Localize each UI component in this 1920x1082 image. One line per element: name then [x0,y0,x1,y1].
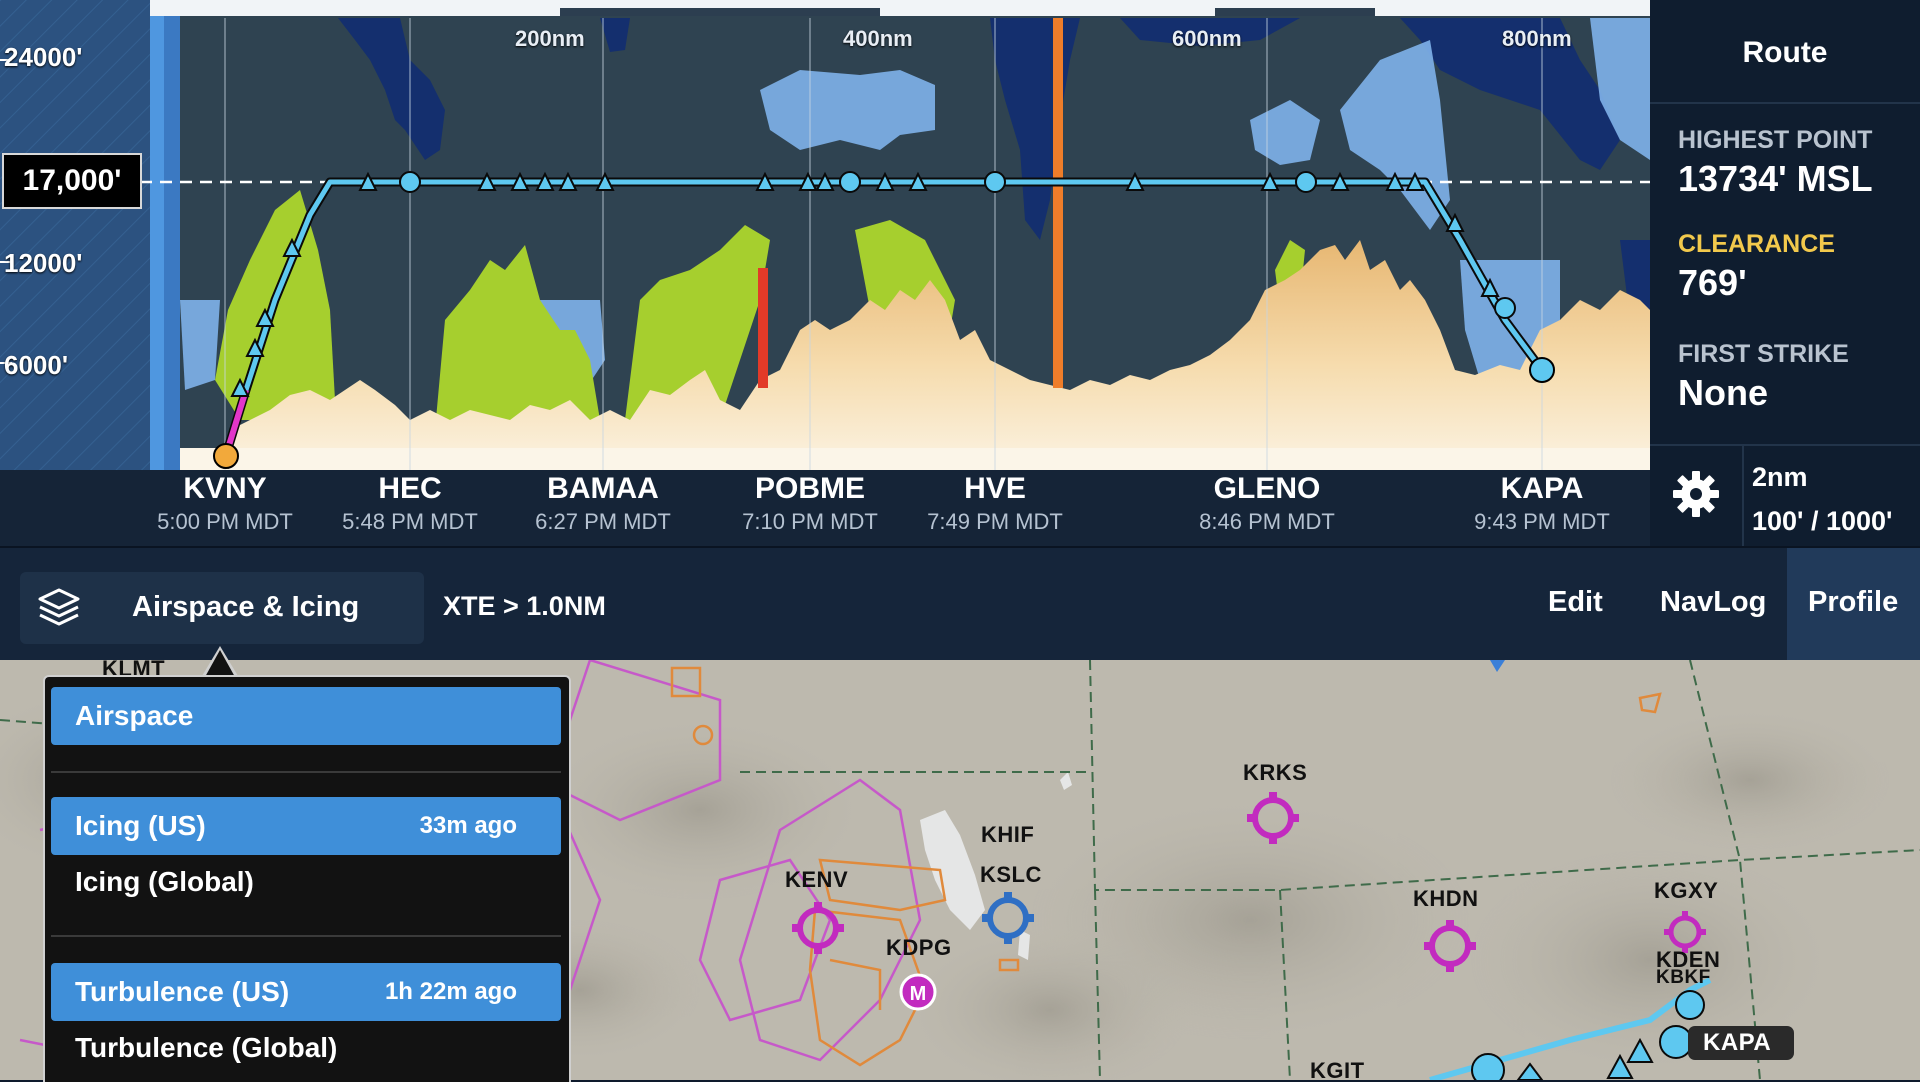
waypoint-name: HVE [964,472,1026,505]
layer-item-label: Icing (Global) [75,866,254,897]
storm-marker [758,268,768,388]
waypoint-gleno[interactable]: GLENO 8:46 PM MDT [1157,472,1377,535]
military-marker: M [910,983,927,1005]
vertical-profile-panel[interactable]: 24000' 12000' 6000' 200nm 400nm 600nm 80… [0,0,1650,470]
waypoint-strip: KVNY 5:00 PM MDT HEC 5:48 PM MDT BAMAA 6… [0,470,1650,546]
highest-point-value: 13734' MSL [1678,158,1873,199]
settings-divider [1742,446,1744,548]
layer-item-airspace[interactable]: Airspace [51,687,561,745]
layer-item-age: 1h 22m ago [384,978,517,1005]
layer-item-label: Turbulence (Global) [75,1032,338,1063]
layer-item-turbulence-global[interactable]: Turbulence (Global) [51,1019,561,1077]
layer-item-turbulence-us[interactable]: Turbulence (US) 1h 22m ago [51,963,561,1021]
waypoint-kapa[interactable]: KAPA 9:43 PM MDT [1432,472,1652,535]
layers-popup: Airspace Icing (US) 33m ago Icing (Globa… [43,675,571,1082]
airport-label-kdpg[interactable]: KDPG [886,935,952,961]
airport-label-kslc[interactable]: KSLC [980,862,1042,888]
distance-label-200: 200nm [515,26,585,51]
altitude-label-12000: 12000' [4,248,83,278]
selected-altitude-box[interactable]: 17,000' [2,153,142,209]
profile-settings-row: 2nm 100' / 1000' [1650,444,1920,548]
profile-chart [0,0,1650,470]
altitude-label-6000: 6000' [4,350,69,380]
layers-label: Airspace & Icing [132,591,360,623]
distance-label-800: 800nm [1502,26,1572,51]
layer-item-icing-us[interactable]: Icing (US) 33m ago [51,797,561,855]
layer-item-icing-global[interactable]: Icing (Global) [51,853,561,911]
xte-indicator[interactable]: XTE > 1.0NM [443,591,606,622]
airport-label-kgxy[interactable]: KGXY [1654,878,1718,904]
airport-label-kapa[interactable]: KAPA [1703,1029,1771,1057]
waypoint-hve[interactable]: HVE 7:49 PM MDT [885,472,1105,535]
first-strike-value: None [1678,372,1768,413]
gear-icon[interactable] [1670,468,1722,520]
waypoint-hec[interactable]: HEC 5:48 PM MDT [300,472,520,535]
layer-item-label: Airspace [75,700,194,731]
layers-button[interactable]: Airspace & Icing [20,572,424,644]
navlog-button[interactable]: NavLog [1660,586,1766,619]
waypoint-time: 9:43 PM MDT [1474,509,1610,534]
clearance-label: CLEARANCE [1678,230,1835,258]
airport-label-kenv[interactable]: KENV [785,867,848,893]
tab-profile[interactable]: Profile [1808,586,1898,619]
highest-point-label: HIGHEST POINT [1678,126,1873,154]
layer-item-label: Turbulence (US) [75,976,290,1007]
waypoint-name: KAPA [1500,472,1584,505]
airport-label-kbkf[interactable]: KBKF [1656,967,1711,989]
airport-label-khif[interactable]: KHIF [981,822,1034,848]
airport-label-khdn[interactable]: KHDN [1413,886,1479,912]
vertical-scale[interactable]: 100' / 1000' [1752,506,1892,537]
altitude-label-24000: 24000' [4,42,83,72]
layers-icon [38,588,80,626]
edit-button[interactable]: Edit [1548,586,1603,619]
profile-info-panel: Route HIGHEST POINT 13734' MSL CLEARANCE… [1650,0,1920,548]
airport-label-krks[interactable]: KRKS [1243,760,1307,786]
map-toolbar: Airspace & Icing XTE > 1.0NM Edit NavLog… [0,546,1920,662]
waypoint-name: BAMAA [547,472,659,505]
waypoint-name: GLENO [1213,472,1321,505]
route-button[interactable]: Route [1650,0,1920,104]
layer-item-age: 33m ago [419,812,517,839]
first-strike-label: FIRST STRIKE [1678,340,1849,368]
distance-label-400: 400nm [843,26,913,51]
waypoint-time: 8:46 PM MDT [1199,509,1335,534]
layer-separator [51,935,561,937]
layer-item-label: Icing (US) [75,810,206,841]
airport-label-kgit[interactable]: KGIT [1310,1058,1365,1080]
layer-separator [51,771,561,773]
horizontal-scale[interactable]: 2nm [1752,462,1808,493]
distance-label-600: 600nm [1172,26,1242,51]
layers-popup-arrow-inner [205,650,235,677]
current-time-line [1053,18,1063,388]
waypoint-bamaa[interactable]: BAMAA 6:27 PM MDT [493,472,713,535]
waypoint-time: 6:27 PM MDT [535,509,671,534]
waypoint-time: 7:49 PM MDT [927,509,1063,534]
waypoint-name: HEC [378,472,442,505]
clearance-value: 769' [1678,262,1747,303]
waypoint-time: 5:48 PM MDT [342,509,478,534]
